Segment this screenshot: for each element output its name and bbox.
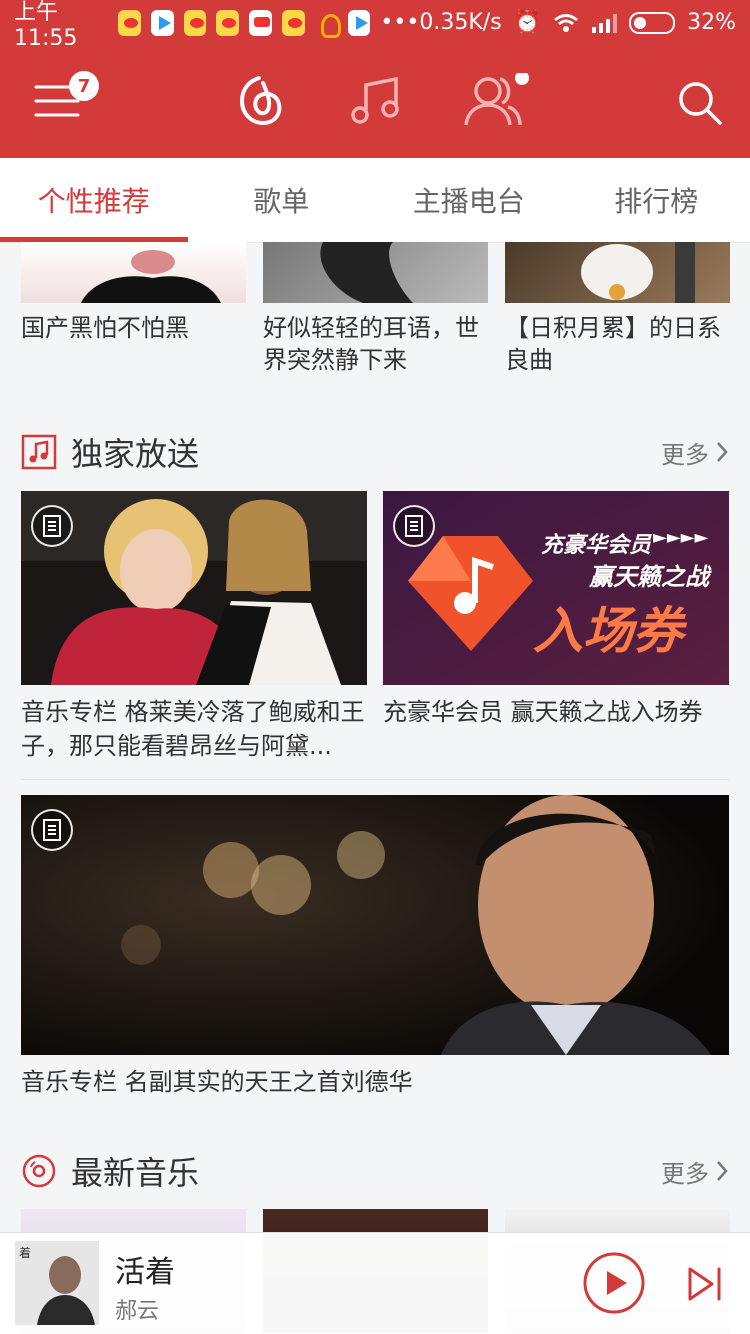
now-playing-cover[interactable]: 着 — [15, 1241, 99, 1325]
divider — [21, 779, 729, 780]
weibo-notification-icon — [184, 10, 207, 36]
netease-music-logo-icon[interactable] — [232, 75, 286, 129]
status-time: 上午11:55 — [14, 0, 108, 51]
status-bar: 上午11:55 ••• 0.35K/s ⏰ 32% — [0, 0, 750, 45]
playlist-cover[interactable] — [505, 242, 730, 303]
svg-text:着: 着 — [19, 1245, 31, 1260]
mini-player[interactable]: 着 活着 郝云 — [0, 1232, 750, 1334]
exclusive-icon — [21, 434, 57, 470]
exclusive-card[interactable] — [21, 491, 367, 685]
alarm-icon: ⏰ — [514, 10, 541, 35]
playlist-title[interactable]: 好似轻轻的耳语，世界突然静下来 — [263, 312, 488, 376]
chevron-right-icon — [715, 1160, 729, 1182]
more-label: 更多 — [661, 435, 709, 470]
weibo-notification-icon — [216, 10, 239, 36]
playlist-cover[interactable] — [21, 242, 246, 303]
disc-icon — [21, 1153, 57, 1189]
battery-percent: 32% — [687, 10, 736, 35]
exclusive-card-title[interactable]: 音乐专栏 格莱美冷落了鲍威和王子，那只能看碧昂丝与阿黛... — [21, 695, 367, 763]
promo-line1: 充豪华会员 — [541, 527, 651, 559]
article-badge-icon — [31, 505, 73, 547]
exclusive-card-title[interactable]: 充豪华会员 赢天籁之战入场券 — [383, 695, 729, 729]
chevron-right-icon — [715, 441, 729, 463]
person-notification-icon — [315, 10, 338, 36]
exclusive-card[interactable]: 充豪华会员 ►►►► 赢天籁之战 入场券 — [383, 491, 729, 685]
article-badge-icon — [393, 505, 435, 547]
playlist-title[interactable]: 国产黑怕不怕黑 — [21, 312, 246, 344]
tab-playlists[interactable]: 歌单 — [188, 158, 376, 242]
weibo-notification-icon — [282, 10, 305, 36]
video-notification-icon — [348, 10, 371, 36]
exclusive-card-wide[interactable] — [21, 795, 729, 1055]
section-title: 独家放送 — [71, 429, 199, 475]
promo-arrows: ►►►► — [653, 527, 708, 548]
article-badge-icon — [31, 809, 73, 851]
video-notification-icon — [151, 10, 174, 36]
top-nav-bar: 7 — [0, 45, 750, 158]
notification-badge: 7 — [69, 71, 99, 101]
exclusive-section-header: 独家放送 更多 — [21, 432, 729, 472]
new-music-section-header: 最新音乐 更多 — [21, 1151, 729, 1191]
promo-line2: 赢天籁之战 — [589, 557, 709, 592]
network-speed: 0.35K/s — [419, 10, 501, 35]
section-title: 最新音乐 — [71, 1148, 199, 1194]
more-link[interactable]: 更多 — [661, 435, 729, 470]
weibo-notification-icon — [118, 10, 141, 36]
signal-icon — [591, 13, 617, 33]
more-label: 更多 — [661, 1154, 709, 1189]
search-icon[interactable] — [676, 79, 724, 127]
tab-recommend[interactable]: 个性推荐 — [0, 158, 188, 242]
jd-notification-icon — [249, 10, 272, 36]
wifi-icon — [553, 13, 579, 33]
playlist-cover[interactable] — [263, 242, 488, 303]
now-playing-artist: 郝云 — [115, 1293, 159, 1325]
recommend-feed[interactable]: 国产黑怕不怕黑 好似轻轻的耳语，世界突然静下来 【日积月累】的日系良曲 独家放送… — [0, 242, 750, 1333]
tab-charts[interactable]: 排行榜 — [563, 158, 750, 242]
tab-radio[interactable]: 主播电台 — [375, 158, 563, 242]
battery-icon — [629, 12, 675, 34]
exclusive-card-image — [21, 795, 729, 1055]
category-tabs: 个性推荐 歌单 主播电台 排行榜 — [0, 158, 750, 243]
friends-icon[interactable] — [462, 73, 534, 131]
play-button[interactable] — [582, 1251, 646, 1315]
more-notifications-icon: ••• — [380, 10, 419, 35]
next-track-icon[interactable] — [686, 1265, 724, 1303]
more-link[interactable]: 更多 — [661, 1154, 729, 1189]
music-note-icon[interactable] — [348, 75, 404, 131]
now-playing-title: 活着 — [115, 1247, 175, 1291]
exclusive-card-image — [21, 491, 367, 685]
playlist-title[interactable]: 【日积月累】的日系良曲 — [505, 312, 730, 376]
exclusive-card-image: 充豪华会员 ►►►► 赢天籁之战 入场券 — [383, 491, 729, 685]
promo-line3: 入场券 — [533, 591, 683, 663]
exclusive-card-title[interactable]: 音乐专栏 名副其实的天王之首刘德华 — [21, 1065, 729, 1099]
